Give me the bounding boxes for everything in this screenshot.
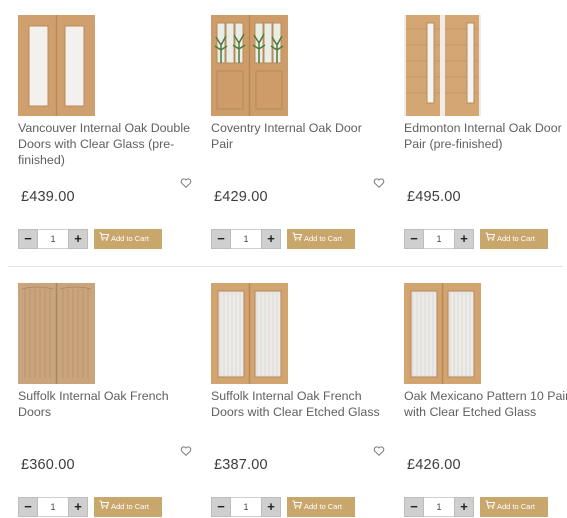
product-price: £426.00	[407, 457, 461, 473]
quantity-input[interactable]: 1	[424, 497, 454, 517]
product-image[interactable]	[404, 15, 481, 116]
quantity-stepper: − 1 +	[404, 497, 474, 517]
product-image[interactable]	[18, 283, 95, 384]
cart-icon	[99, 497, 110, 517]
increase-quantity-button[interactable]: +	[454, 497, 474, 517]
cart-icon	[292, 497, 303, 517]
add-to-cart-label: Add to Cart	[111, 502, 149, 511]
add-to-cart-button[interactable]: Add to Cart	[480, 229, 548, 249]
quantity-input[interactable]: 1	[424, 229, 454, 249]
product-card: Vancouver Internal Oak Double Doors with…	[18, 0, 193, 250]
quantity-stepper: − 1 +	[211, 497, 281, 517]
heart-icon[interactable]	[180, 176, 192, 188]
add-to-cart-button[interactable]: Add to Cart	[94, 497, 162, 517]
increase-quantity-button[interactable]: +	[261, 229, 281, 249]
product-price: £495.00	[407, 189, 461, 205]
heart-icon[interactable]	[373, 444, 385, 456]
add-to-cart-button[interactable]: Add to Cart	[287, 229, 355, 249]
heart-icon[interactable]	[373, 176, 385, 188]
decrease-quantity-button[interactable]: −	[404, 229, 424, 249]
quantity-input[interactable]: 1	[231, 229, 261, 249]
product-title[interactable]: Oak Mexicano Pattern 10 Pair with Clear …	[404, 388, 567, 420]
cart-icon	[292, 229, 303, 249]
quantity-stepper: − 1 +	[404, 229, 474, 249]
cart-icon	[485, 497, 496, 517]
product-card: Suffolk Internal Oak French Doors £360.0…	[18, 268, 193, 518]
quantity-stepper: − 1 +	[211, 229, 281, 249]
product-image[interactable]	[18, 15, 95, 116]
product-price: £360.00	[21, 457, 75, 473]
decrease-quantity-button[interactable]: −	[18, 229, 38, 249]
decrease-quantity-button[interactable]: −	[211, 497, 231, 517]
add-to-cart-label: Add to Cart	[111, 234, 149, 243]
cart-icon	[485, 229, 496, 249]
add-to-cart-button[interactable]: Add to Cart	[480, 497, 548, 517]
product-price: £439.00	[21, 189, 75, 205]
add-to-cart-label: Add to Cart	[497, 234, 535, 243]
add-to-cart-label: Add to Cart	[497, 502, 535, 511]
product-card: Oak Mexicano Pattern 10 Pair with Clear …	[404, 268, 567, 518]
product-grid: Vancouver Internal Oak Double Doors with…	[0, 0, 567, 517]
increase-quantity-button[interactable]: +	[261, 497, 281, 517]
cart-icon	[99, 229, 110, 249]
product-card: Edmonton Internal Oak Door Pair (pre-fin…	[404, 0, 567, 250]
product-image[interactable]	[211, 283, 288, 384]
add-to-cart-button[interactable]: Add to Cart	[94, 229, 162, 249]
product-price: £429.00	[214, 189, 268, 205]
product-card: Coventry Internal Oak Door Pair £429.00 …	[211, 0, 386, 250]
decrease-quantity-button[interactable]: −	[211, 229, 231, 249]
quantity-input[interactable]: 1	[231, 497, 261, 517]
product-image[interactable]	[404, 283, 481, 384]
product-title[interactable]: Coventry Internal Oak Door Pair	[211, 120, 386, 152]
quantity-stepper: − 1 +	[18, 497, 88, 517]
product-price: £387.00	[214, 457, 268, 473]
quantity-input[interactable]: 1	[38, 229, 68, 249]
product-title[interactable]: Edmonton Internal Oak Door Pair (pre-fin…	[404, 120, 567, 152]
row-divider	[8, 266, 563, 267]
increase-quantity-button[interactable]: +	[68, 497, 88, 517]
decrease-quantity-button[interactable]: −	[18, 497, 38, 517]
decrease-quantity-button[interactable]: −	[404, 497, 424, 517]
quantity-stepper: − 1 +	[18, 229, 88, 249]
add-to-cart-label: Add to Cart	[304, 502, 342, 511]
heart-icon[interactable]	[180, 444, 192, 456]
increase-quantity-button[interactable]: +	[68, 229, 88, 249]
product-title[interactable]: Vancouver Internal Oak Double Doors with…	[18, 120, 193, 168]
quantity-input[interactable]: 1	[38, 497, 68, 517]
product-title[interactable]: Suffolk Internal Oak French Doors	[18, 388, 193, 420]
product-title[interactable]: Suffolk Internal Oak French Doors with C…	[211, 388, 386, 420]
increase-quantity-button[interactable]: +	[454, 229, 474, 249]
add-to-cart-button[interactable]: Add to Cart	[287, 497, 355, 517]
product-image[interactable]	[211, 15, 288, 116]
product-card: Suffolk Internal Oak French Doors with C…	[211, 268, 386, 518]
add-to-cart-label: Add to Cart	[304, 234, 342, 243]
